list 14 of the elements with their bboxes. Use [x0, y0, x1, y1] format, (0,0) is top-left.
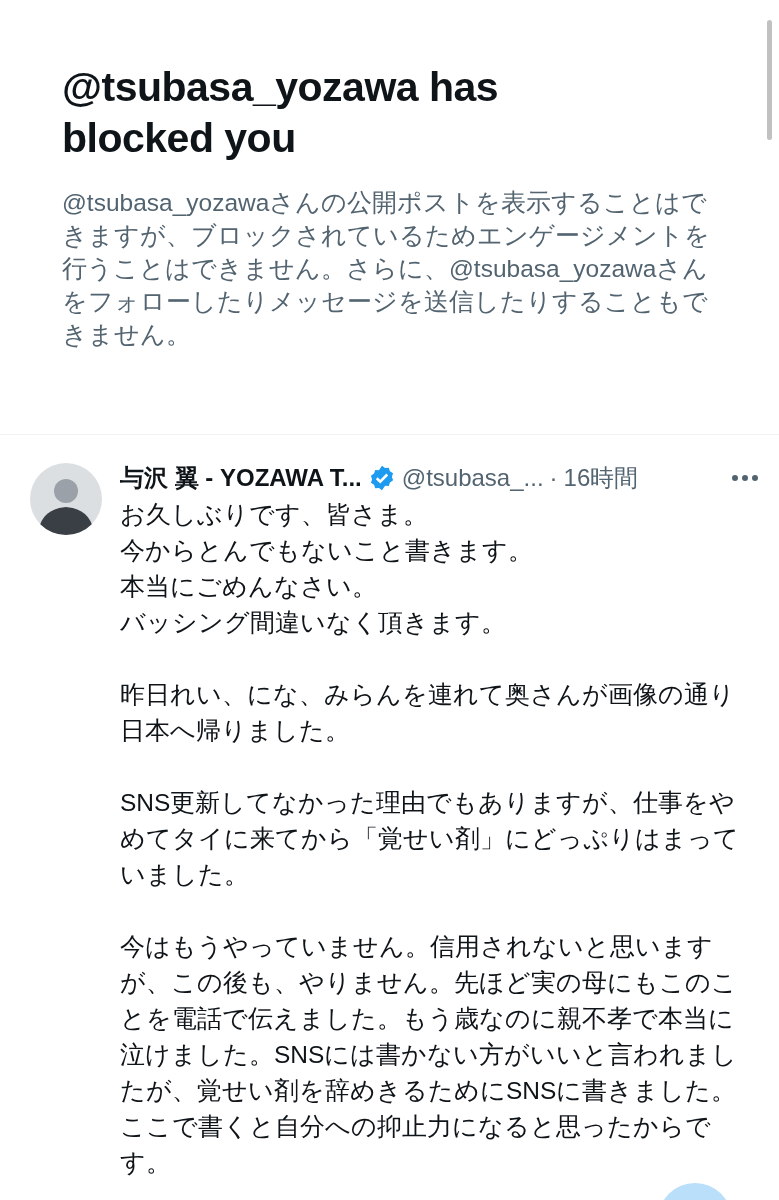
more-icon[interactable]: [731, 474, 759, 482]
post-text: 今はもうやっていません。信用されないと思いますが、この後も、やりません。先ほど実の母にもこのことを電話で伝えました。もう歳なのに親不孝で本当に泣けました。SNSには書かない方がいいと言われましたが、覚せい剤を辞めきるためにSNSに書きました。ここで書くと自分への抑止力になると思ったからです。: [120, 932, 739, 1178]
post-text: 昨日れい、にな、みらんを連れて奥さんが画像の通り日本へ帰りました。: [120, 680, 736, 746]
handle[interactable]: @tsubasa_...: [401, 463, 544, 493]
post-text: 今からとんでもないこと書きます。: [120, 536, 534, 566]
blocked-title: @tsubasa_yozawa has blocked you: [62, 63, 500, 163]
post-text: バッシング間違いなく頂きます。: [120, 608, 507, 638]
separator: ·: [549, 463, 558, 493]
blocked-description: @tsubasa_yozawaさんの公開ポストを表示することはできますが、ブロックされているためエンゲージメントを行うことはできません。さらに、@tsubasa_yozawaさんをフォローしたりメッセージを送信したりすることもできません。: [62, 188, 711, 350]
post-text: お久しぶりです、皆さま。: [120, 500, 429, 530]
post-text: 本当にごめんなさい。: [120, 572, 378, 602]
display-name[interactable]: 与沢 翼 - YOZAWA T...: [120, 463, 362, 493]
post-time[interactable]: 16時間: [563, 463, 639, 493]
post-text: SNS更新してなかった理由でもありますが、仕事をやめてタイに来てから「覚せい剤」にどっぷりはまっていました。: [120, 788, 740, 890]
